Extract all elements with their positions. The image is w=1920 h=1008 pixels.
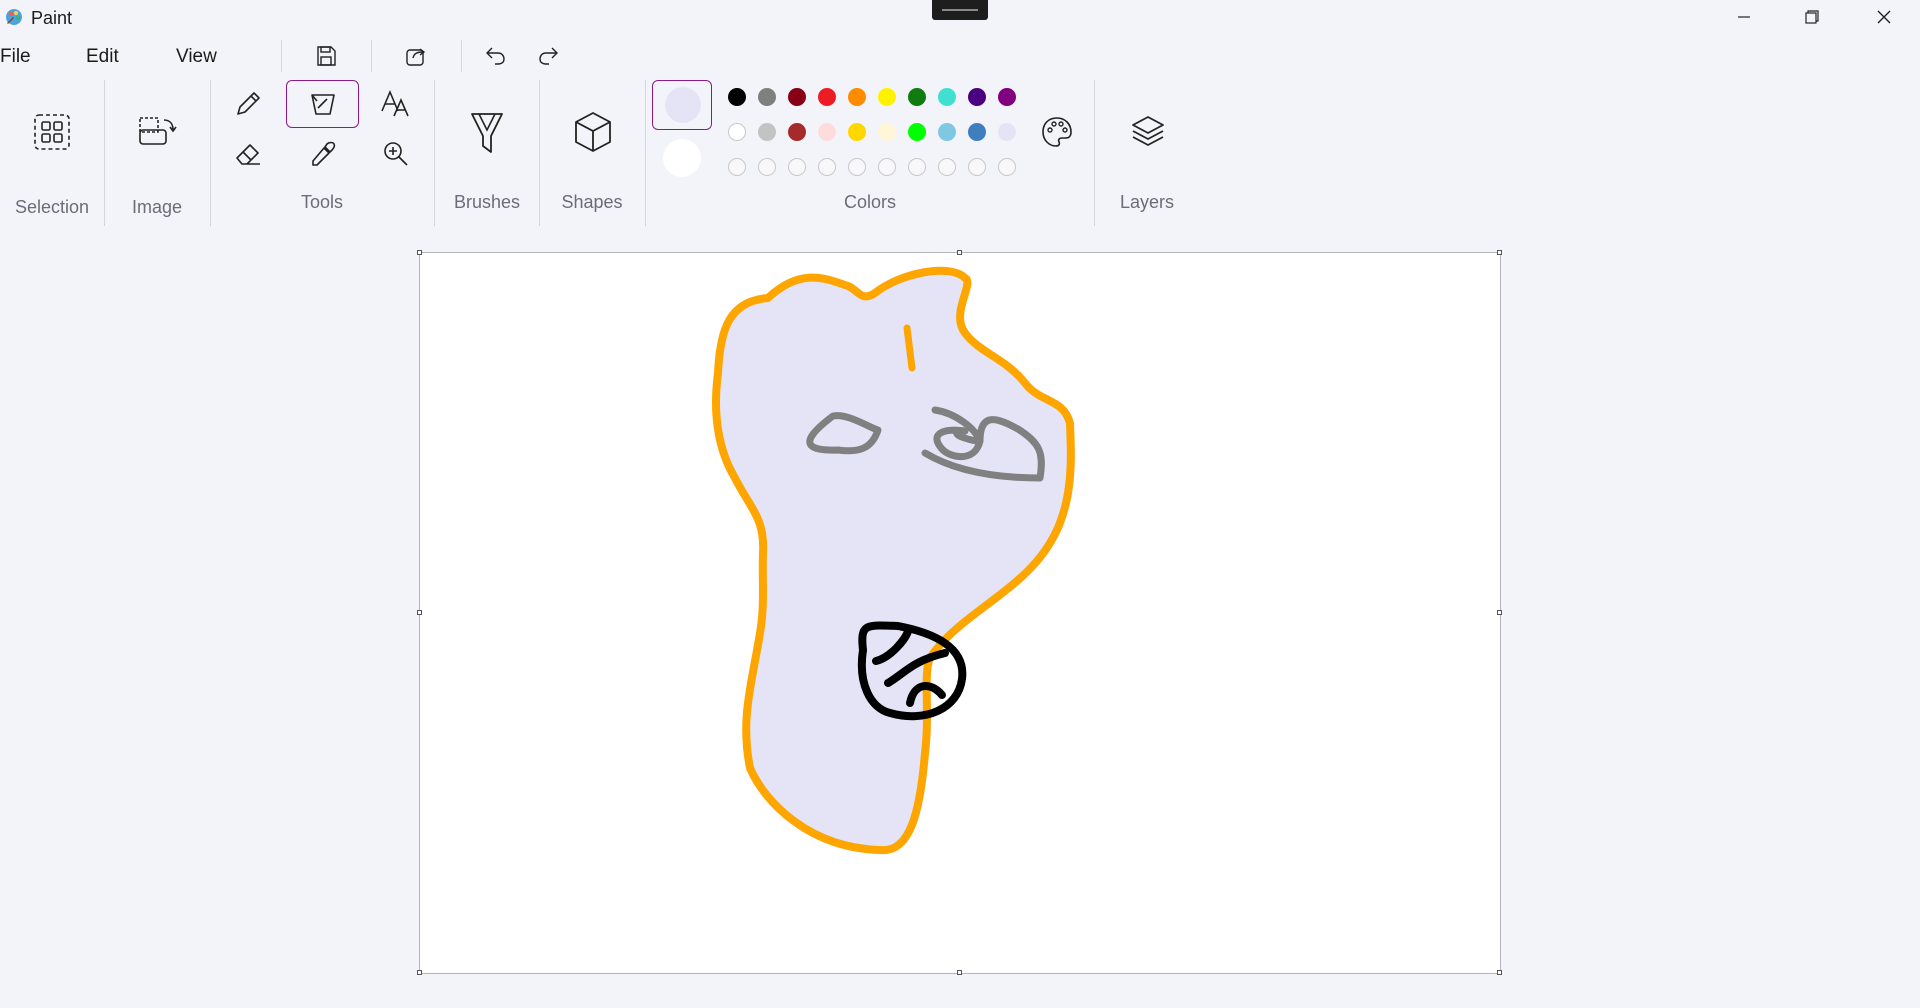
- resize-handle-bottom[interactable]: [957, 970, 962, 975]
- palette-swatch[interactable]: [758, 88, 776, 106]
- pencil-icon: [237, 92, 260, 115]
- pencil-tool[interactable]: [228, 84, 268, 124]
- image-rotate-icon: [139, 117, 177, 145]
- palette-swatch[interactable]: [938, 88, 956, 106]
- brush-icon: [471, 113, 503, 153]
- custom-color-swatch[interactable]: [728, 158, 746, 176]
- custom-color-swatch[interactable]: [848, 158, 866, 176]
- palette-swatch[interactable]: [788, 88, 806, 106]
- menu-view[interactable]: View: [176, 46, 217, 68]
- minimize-button[interactable]: [1710, 0, 1778, 34]
- drawing-canvas[interactable]: [419, 252, 1501, 974]
- palette-icon: [1042, 117, 1072, 147]
- custom-color-swatch[interactable]: [938, 158, 956, 176]
- palette-swatch[interactable]: [848, 88, 866, 106]
- share-button[interactable]: [398, 41, 434, 71]
- figure-notch: [903, 324, 916, 372]
- palette-swatch[interactable]: [998, 123, 1016, 141]
- resize-handle-top[interactable]: [957, 250, 962, 255]
- palette-swatch[interactable]: [818, 123, 836, 141]
- eyedropper-icon: [312, 141, 336, 166]
- palette-swatch[interactable]: [908, 123, 926, 141]
- color-picker-tool[interactable]: [303, 134, 343, 174]
- primary-color-swatch: [665, 87, 701, 123]
- menu-divider: [281, 40, 282, 72]
- selection-button[interactable]: [28, 108, 76, 156]
- save-button[interactable]: [308, 41, 344, 71]
- menu-file[interactable]: File: [0, 46, 31, 68]
- resize-handle-top-right[interactable]: [1497, 250, 1502, 255]
- canvas-drawing: [712, 266, 1075, 855]
- text-icon: [381, 89, 409, 117]
- layers-label: Layers: [1119, 192, 1175, 212]
- shapes-button[interactable]: [568, 106, 618, 158]
- paint-app-icon: [4, 7, 24, 27]
- custom-color-swatch[interactable]: [788, 158, 806, 176]
- eraser-icon: [236, 144, 260, 165]
- selection-icon: [34, 114, 70, 150]
- window-title: Paint: [31, 8, 73, 28]
- brushes-button[interactable]: [462, 104, 512, 160]
- palette-swatch[interactable]: [938, 123, 956, 141]
- menu-bar: File Edit View: [0, 36, 1920, 76]
- selection-label: Selection: [14, 197, 90, 217]
- redo-icon: [539, 47, 558, 65]
- figure-outline: [712, 266, 1075, 855]
- palette-swatch[interactable]: [968, 123, 986, 141]
- edit-colors-button[interactable]: [1036, 112, 1078, 152]
- menu-divider: [461, 40, 462, 72]
- palette-swatch[interactable]: [998, 88, 1016, 106]
- palette-swatch[interactable]: [728, 88, 746, 106]
- custom-color-swatch[interactable]: [968, 158, 986, 176]
- custom-color-swatch[interactable]: [998, 158, 1016, 176]
- layers-button[interactable]: [1124, 108, 1172, 156]
- text-tool[interactable]: [376, 84, 416, 124]
- undo-icon: [486, 47, 505, 65]
- magnifier-tool[interactable]: [376, 134, 416, 174]
- palette-swatch[interactable]: [788, 123, 806, 141]
- close-button[interactable]: [1850, 0, 1918, 34]
- resize-handle-top-left[interactable]: [417, 250, 422, 255]
- custom-color-swatch[interactable]: [878, 158, 896, 176]
- image-label: Image: [131, 197, 183, 217]
- palette-swatch[interactable]: [968, 88, 986, 106]
- palette-swatch[interactable]: [728, 123, 746, 141]
- zoom-icon: [384, 142, 408, 166]
- resize-handle-bottom-left[interactable]: [417, 970, 422, 975]
- palette-swatch[interactable]: [908, 88, 926, 106]
- secondary-color-swatch[interactable]: [663, 139, 701, 177]
- palette-swatch[interactable]: [878, 88, 896, 106]
- fill-tool[interactable]: [286, 80, 359, 128]
- snap-layout-handle[interactable]: [932, 0, 988, 20]
- custom-color-swatch[interactable]: [758, 158, 776, 176]
- save-icon: [317, 46, 336, 66]
- palette-swatch[interactable]: [758, 123, 776, 141]
- resize-handle-bottom-right[interactable]: [1497, 970, 1502, 975]
- redo-button[interactable]: [530, 41, 566, 71]
- resize-handle-right[interactable]: [1497, 610, 1502, 615]
- layers-icon: [1132, 116, 1164, 146]
- title-bar: Paint: [0, 0, 1920, 34]
- image-button[interactable]: [133, 108, 181, 156]
- undo-button[interactable]: [478, 41, 514, 71]
- cube-icon: [575, 112, 611, 152]
- custom-color-swatch[interactable]: [908, 158, 926, 176]
- menu-divider: [371, 40, 372, 72]
- share-icon: [406, 48, 426, 66]
- resize-handle-left[interactable]: [417, 610, 422, 615]
- tools-label: Tools: [300, 192, 344, 212]
- colors-label: Colors: [843, 192, 896, 212]
- eraser-tool[interactable]: [228, 134, 268, 174]
- shapes-label: Shapes: [561, 192, 623, 212]
- palette-swatch[interactable]: [848, 123, 866, 141]
- fill-bucket-icon: [310, 94, 335, 115]
- menu-edit[interactable]: Edit: [86, 46, 119, 68]
- palette-swatch[interactable]: [818, 88, 836, 106]
- custom-color-swatch[interactable]: [818, 158, 836, 176]
- brushes-label: Brushes: [453, 192, 521, 212]
- palette-swatch[interactable]: [878, 123, 896, 141]
- restore-button[interactable]: [1778, 0, 1846, 34]
